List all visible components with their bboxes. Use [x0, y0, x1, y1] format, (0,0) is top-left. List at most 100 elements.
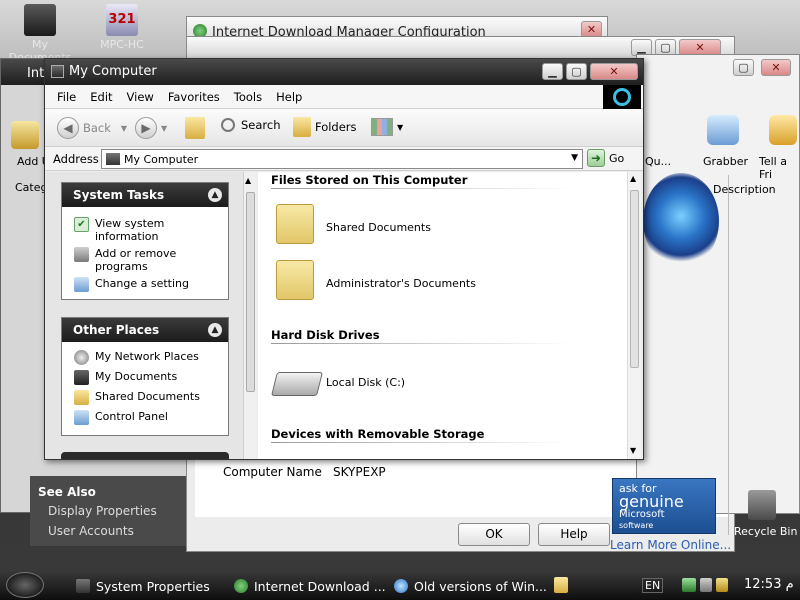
item-label: Administrator's Documents	[326, 277, 476, 290]
item-administrators-documents[interactable]: Administrator's Documents	[276, 260, 496, 304]
close-button[interactable]: ✕	[590, 63, 638, 80]
folder-icon	[276, 204, 314, 244]
start-button[interactable]	[6, 572, 44, 598]
recycle-bin-label[interactable]: Recycle Bin	[734, 525, 797, 538]
tray-shield-icon[interactable]	[716, 578, 728, 592]
menu-view[interactable]: View	[127, 90, 154, 104]
task-internet-download[interactable]: Internet Download ...	[228, 574, 386, 598]
collapse-chevron-icon[interactable]: ▲	[208, 188, 222, 202]
idm-main-close-button[interactable]: ✕	[761, 59, 791, 76]
task-system-properties[interactable]: System Properties	[70, 574, 210, 598]
my-computer-title-icon	[51, 65, 64, 78]
menu-help[interactable]: Help	[276, 90, 302, 104]
task-view-system-info[interactable]: ✔ View system information	[62, 217, 228, 243]
task-change-setting[interactable]: Change a setting	[62, 277, 228, 292]
description-column-header[interactable]: Description	[713, 183, 776, 196]
window-title: My Computer	[69, 64, 157, 79]
section-removable-storage: Devices with Removable Storage	[271, 427, 485, 441]
see-also-display-properties[interactable]: Display Properties	[48, 504, 157, 518]
forward-dropdown-icon[interactable]: ▼	[161, 124, 167, 133]
menu-tools[interactable]: Tools	[234, 90, 262, 104]
genuine-badge[interactable]: ask for genuine Microsoft software	[612, 478, 716, 534]
address-value: My Computer	[124, 153, 199, 166]
go-arrow-icon: ➜	[587, 149, 605, 167]
task-pane-scrollbar[interactable]: ▲	[243, 172, 257, 459]
content-scrollbar-thumb[interactable]	[630, 190, 639, 368]
task-pane-scrollbar-thumb[interactable]	[246, 192, 255, 392]
place-network[interactable]: My Network Places	[62, 350, 228, 365]
quick-launch-folder-icon[interactable]	[554, 577, 568, 593]
ok-button[interactable]: OK	[458, 523, 530, 546]
hard-disk-icon	[271, 372, 323, 396]
maximize-button[interactable]: ▢	[566, 63, 587, 80]
task-label: System Properties	[96, 578, 210, 594]
learn-more-link[interactable]: Learn More Online...	[610, 538, 731, 552]
details-panel-header[interactable]	[61, 452, 229, 459]
back-dropdown-icon[interactable]: ▼	[121, 124, 127, 133]
section-divider	[271, 188, 571, 189]
minimize-button[interactable]: ▁	[542, 63, 563, 80]
other-places-title: Other Places	[73, 323, 160, 337]
clock[interactable]: 12:53 م	[744, 577, 794, 592]
idm-main-window: ▢ ✕ Qu... Grabber Tell a Fri Description	[636, 54, 800, 535]
control-panel-icon	[74, 277, 89, 292]
item-label: Local Disk (C:)	[326, 376, 406, 389]
address-dropdown-icon[interactable]: ▼	[571, 153, 578, 163]
menu-file[interactable]: File	[57, 90, 76, 104]
genuine-line2: genuine	[619, 492, 684, 511]
browser-icon	[394, 579, 408, 593]
desktop-icon-my-documents[interactable]: My Documents	[0, 4, 80, 64]
system-tasks-panel: System Tasks ▲ ✔ View system information…	[61, 182, 229, 300]
recycle-bin-icon[interactable]	[748, 490, 776, 520]
help-button[interactable]: Help	[538, 523, 610, 546]
views-dropdown-icon: ▼	[397, 122, 404, 132]
toolbar-label-tell-friend[interactable]: Tell a Fri	[759, 155, 799, 181]
idm-main-restore-button[interactable]: ▢	[733, 59, 754, 76]
search-button[interactable]: Search	[221, 118, 281, 132]
tray-network-icon[interactable]	[682, 578, 696, 592]
toolbar-label-grabber[interactable]: Grabber	[703, 155, 748, 168]
back-button[interactable]: ◀ Back ▼	[57, 117, 127, 139]
see-also-title: See Also	[38, 485, 96, 499]
place-my-documents[interactable]: My Documents	[62, 370, 228, 385]
go-label: Go	[609, 151, 625, 165]
search-icon	[221, 118, 235, 132]
place-control-panel[interactable]: Control Panel	[62, 410, 228, 425]
address-field[interactable]: My Computer ▼	[101, 149, 583, 169]
grabber-icon[interactable]	[707, 115, 739, 145]
section-divider	[271, 442, 571, 443]
system-tasks-header[interactable]: System Tasks ▲	[62, 183, 228, 207]
place-shared-documents[interactable]: Shared Documents	[62, 390, 228, 405]
language-indicator[interactable]: EN	[642, 578, 664, 593]
section-hard-disk-drives: Hard Disk Drives	[271, 328, 380, 342]
task-add-remove-programs[interactable]: Add or remove programs	[62, 247, 228, 273]
address-label: Address	[53, 152, 99, 166]
menu-edit[interactable]: Edit	[90, 90, 112, 104]
folders-button[interactable]: Folders	[293, 117, 357, 137]
up-folder-icon[interactable]	[185, 117, 205, 139]
go-button[interactable]: ➜ Go	[587, 149, 624, 167]
other-places-header[interactable]: Other Places ▲	[62, 318, 228, 342]
forward-button[interactable]: ▶ ▼	[135, 117, 167, 139]
content-scrollbar[interactable]: ▲ ▼	[627, 172, 641, 459]
item-shared-documents[interactable]: Shared Documents	[276, 204, 476, 248]
collapse-chevron-icon[interactable]: ▲	[208, 323, 222, 337]
idm-icon	[234, 579, 248, 593]
item-label: Shared Documents	[326, 221, 431, 234]
desktop-icon-mpc[interactable]: 321 MPC-HC	[82, 4, 162, 51]
other-places-panel: Other Places ▲ My Network Places My Docu…	[61, 317, 229, 436]
tell-friend-icon[interactable]	[769, 115, 797, 145]
computer-name-label: Computer Name	[223, 465, 322, 479]
menu-favorites[interactable]: Favorites	[168, 90, 220, 104]
my-documents-icon	[24, 4, 56, 36]
toolbar-label-qu[interactable]: Qu...	[645, 155, 671, 168]
category-label: Categ	[15, 181, 48, 194]
task-old-versions[interactable]: Old versions of Win...	[388, 574, 547, 598]
tray-volume-icon[interactable]	[700, 578, 712, 592]
see-also-user-accounts[interactable]: User Accounts	[48, 524, 134, 538]
address-bar: Address My Computer ▼ ➜ Go	[45, 147, 643, 171]
views-button[interactable]: ▼	[371, 118, 403, 136]
place-label: Shared Documents	[95, 390, 200, 403]
item-local-disk[interactable]: Local Disk (C:)	[271, 372, 474, 402]
views-icon	[371, 118, 393, 136]
